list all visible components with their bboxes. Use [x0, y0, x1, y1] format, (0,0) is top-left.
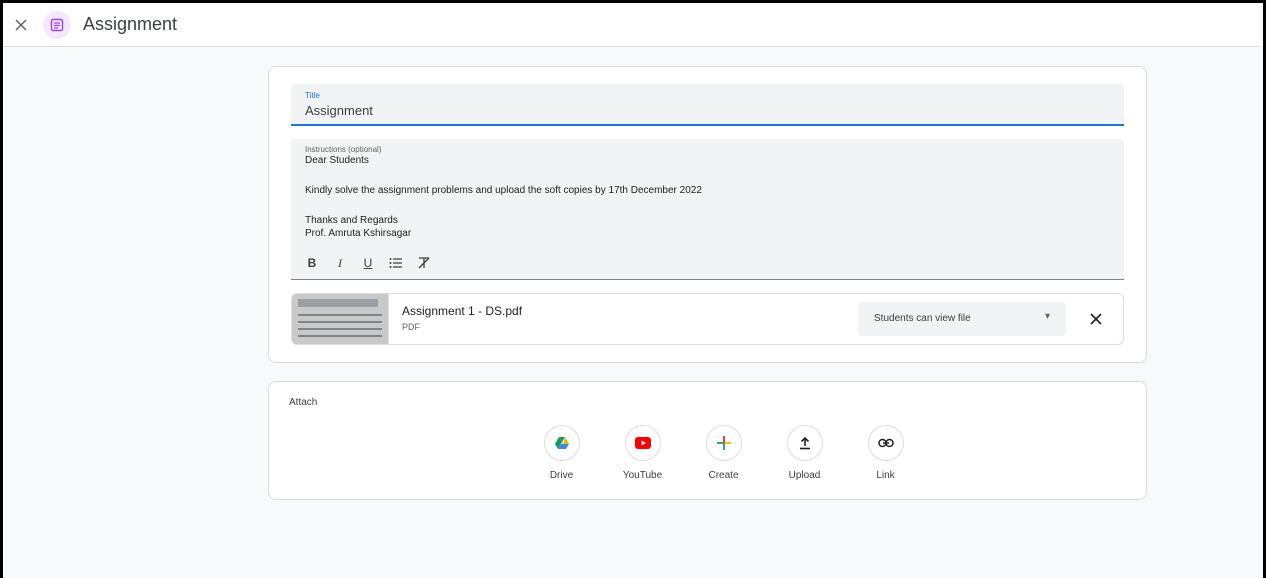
title-field[interactable]: Title Assignment: [291, 84, 1124, 126]
remove-file-button[interactable]: [1084, 307, 1108, 331]
attach-create-label: Create: [708, 470, 739, 481]
attach-youtube-label: YouTube: [622, 470, 663, 481]
instructions-line: Kindly solve the assignment problems and…: [305, 185, 702, 196]
attach-link-label: Link: [876, 470, 895, 481]
attach-drive-button[interactable]: Drive: [521, 425, 602, 481]
instructions-field-label: Instructions (optional): [305, 145, 382, 154]
chevron-down-icon: ▾: [1044, 311, 1050, 322]
close-icon: [1090, 313, 1102, 325]
attach-upload-label: Upload: [788, 470, 821, 481]
attach-drive-label: Drive: [549, 470, 574, 481]
assignment-form-card: Title Assignment Instructions (optional)…: [268, 66, 1147, 363]
underline-button[interactable]: U: [357, 252, 379, 274]
link-icon: [867, 425, 904, 461]
file-type: PDF: [402, 322, 420, 332]
youtube-icon: [624, 425, 661, 461]
attached-file[interactable]: Assignment 1 - DS.pdf PDF Students can v…: [291, 293, 1124, 345]
file-permission-dropdown[interactable]: Students can view file ▾: [858, 302, 1066, 336]
clear-formatting-button[interactable]: [413, 252, 435, 274]
file-thumbnail: [292, 294, 389, 344]
file-permission-value: Students can view file: [874, 313, 971, 324]
italic-button[interactable]: I: [329, 252, 351, 274]
title-field-label: Title: [305, 91, 320, 100]
top-bar: Assignment: [3, 3, 1260, 47]
assignment-icon: [43, 10, 71, 39]
instructions-line: Dear Students: [305, 155, 369, 166]
plus-icon: [705, 425, 742, 461]
clear-formatting-icon: [418, 257, 430, 269]
page-title: Assignment: [83, 14, 178, 34]
title-field-value[interactable]: Assignment: [305, 103, 373, 118]
attach-card: Attach Drive YouTube Create Upload Link: [268, 381, 1147, 500]
attach-youtube-button[interactable]: YouTube: [602, 425, 683, 481]
attach-title: Attach: [289, 397, 318, 408]
attach-upload-button[interactable]: Upload: [764, 425, 845, 481]
attach-create-button[interactable]: Create: [683, 425, 764, 481]
upload-icon: [786, 425, 823, 461]
close-icon[interactable]: [9, 13, 33, 37]
instructions-line: Thanks and Regards: [305, 215, 398, 226]
bulleted-list-icon: [389, 258, 402, 268]
file-name[interactable]: Assignment 1 - DS.pdf: [402, 304, 522, 318]
format-toolbar: B I U: [301, 252, 441, 274]
instructions-line: Prof. Amruta Kshirsagar: [305, 228, 412, 239]
attach-link-button[interactable]: Link: [845, 425, 926, 481]
bold-button[interactable]: B: [301, 252, 323, 274]
attach-options: Drive YouTube Create Upload Link: [521, 425, 926, 481]
bulleted-list-button[interactable]: [385, 252, 407, 274]
instructions-field[interactable]: Instructions (optional) Dear Students Ki…: [291, 139, 1124, 280]
google-drive-icon: [543, 425, 580, 461]
